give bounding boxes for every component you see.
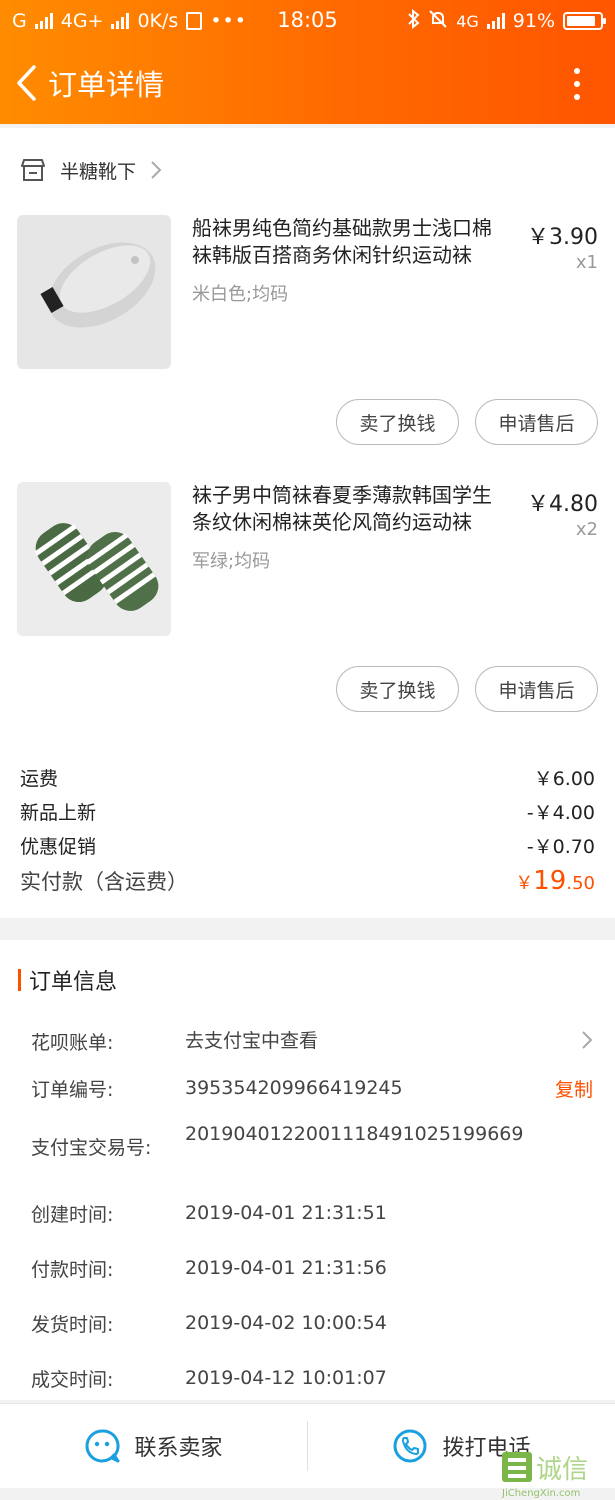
phone-icon bbox=[393, 1429, 427, 1463]
clock: 18:05 bbox=[277, 8, 338, 32]
fee-label: 新品上新 bbox=[20, 802, 97, 824]
total-label: 实付款（含运费） bbox=[20, 870, 188, 894]
alipay-trade-row: 支付宝交易号: 2019040122001118491025199669 bbox=[31, 1121, 601, 1177]
fee-row-shipping: 运费 ￥6.00 bbox=[20, 764, 595, 791]
status-bar: G 4G+ 0K/s ••• 18:05 4G 91% bbox=[0, 0, 615, 42]
after-sale-button[interactable]: 申请售后 bbox=[475, 666, 598, 712]
network2-label: 4G bbox=[456, 11, 479, 31]
battery-label: 91% bbox=[512, 10, 555, 32]
total-paid-row: 实付款（含运费） ￥19.50 bbox=[20, 866, 595, 896]
contact-seller-button[interactable]: 联系卖家 bbox=[0, 1404, 307, 1488]
more-menu-button[interactable] bbox=[567, 56, 587, 112]
created-time-row: 创建时间: 2019-04-01 21:31:51 bbox=[31, 1200, 601, 1230]
currency-symbol: ￥ bbox=[515, 873, 534, 894]
info-label: 订单编号: bbox=[31, 1079, 114, 1101]
info-value: 2019-04-02 10:00:54 bbox=[185, 1312, 387, 1334]
info-value: 2019-04-01 21:31:56 bbox=[185, 1257, 387, 1279]
battery-icon bbox=[563, 12, 606, 30]
contact-seller-label: 联系卖家 bbox=[134, 1436, 223, 1461]
total-value: ￥19.50 bbox=[515, 866, 595, 896]
info-value: 2019-04-01 21:31:51 bbox=[185, 1202, 387, 1224]
fee-value: ￥6.00 bbox=[533, 768, 595, 790]
chat-bubble-icon bbox=[86, 1429, 120, 1463]
product-sku: 军绿;均码 bbox=[192, 551, 271, 572]
accent-bar bbox=[18, 969, 21, 991]
trade-number-value: 2019040122001118491025199669 bbox=[185, 1123, 524, 1145]
carrier-label: G bbox=[12, 10, 27, 32]
huabei-bill-row[interactable]: 花呗账单: 去支付宝中查看 bbox=[31, 1028, 601, 1058]
dot-icon bbox=[574, 68, 580, 74]
watermark-logo: 诚信 JiChengXin.com bbox=[500, 1448, 615, 1500]
signal-icon bbox=[111, 13, 130, 29]
info-label: 花呗账单: bbox=[31, 1032, 114, 1054]
product-sku: 米白色;均码 bbox=[192, 284, 289, 305]
dot-icon bbox=[574, 94, 580, 100]
svg-text:JiChengXin.com: JiChengXin.com bbox=[501, 1488, 580, 1499]
order-number-row: 订单编号: 395354209966419245 复制 bbox=[31, 1075, 601, 1105]
svg-text:诚信: 诚信 bbox=[536, 1455, 588, 1485]
product-price: ￥4.80 bbox=[527, 492, 598, 517]
back-button[interactable] bbox=[6, 53, 46, 113]
order-info-heading: 订单信息 bbox=[18, 964, 117, 996]
shipped-time-row: 发货时间: 2019-04-02 10:00:54 bbox=[31, 1310, 601, 1340]
total-integer: 19 bbox=[533, 866, 567, 896]
signal-icon bbox=[34, 13, 53, 29]
fee-label: 优惠促销 bbox=[20, 836, 97, 858]
order-number-value: 395354209966419245 bbox=[185, 1077, 403, 1099]
nav-bar: 订单详情 bbox=[0, 42, 615, 124]
product-quantity: x2 bbox=[575, 519, 598, 540]
product-image[interactable] bbox=[17, 215, 171, 369]
product-title[interactable]: 袜子男中筒袜春夏季薄款韩国学生条纹休闲棉袜英伦风简约运动袜 bbox=[192, 482, 507, 536]
resell-button[interactable]: 卖了换钱 bbox=[336, 666, 459, 712]
app-header: G 4G+ 0K/s ••• 18:05 4G 91% 订单详情 bbox=[0, 0, 615, 124]
total-decimal: .50 bbox=[566, 873, 595, 894]
more-status-icon: ••• bbox=[210, 10, 247, 32]
product-title[interactable]: 船袜男纯色简约基础款男士浅口棉袜韩版百搭商务休闲针织运动袜 bbox=[192, 215, 507, 269]
completed-time-row: 成交时间: 2019-04-12 10:01:07 bbox=[31, 1365, 601, 1395]
order-card: 半糖靴下 船袜男纯色简约基础款男士浅口棉袜韩版百搭商务休闲针织运动袜 米白色;均… bbox=[0, 128, 615, 918]
info-value: 去支付宝中查看 bbox=[185, 1030, 319, 1052]
info-label: 支付宝交易号: bbox=[31, 1137, 152, 1159]
fee-value: -￥4.00 bbox=[526, 802, 595, 824]
fee-value: -￥0.70 bbox=[526, 836, 595, 858]
order-info-section: 订单信息 花呗账单: 去支付宝中查看 订单编号: 395354209966419… bbox=[0, 940, 615, 1400]
chevron-right-icon bbox=[151, 161, 162, 179]
chevron-right-icon bbox=[582, 1031, 593, 1049]
bluetooth-icon bbox=[408, 8, 420, 34]
info-label: 付款时间: bbox=[31, 1259, 114, 1281]
shop-icon bbox=[21, 159, 45, 181]
shop-link[interactable]: 半糖靴下 bbox=[20, 150, 162, 190]
copy-button[interactable]: 复制 bbox=[555, 1075, 593, 1102]
speed-label: 0K/s bbox=[137, 10, 179, 32]
signal-icon bbox=[486, 13, 505, 29]
mute-bell-icon bbox=[428, 9, 448, 34]
info-label: 成交时间: bbox=[31, 1369, 114, 1391]
page-title: 订单详情 bbox=[48, 68, 165, 102]
fee-label: 运费 bbox=[20, 768, 59, 790]
order-item[interactable]: 袜子男中筒袜春夏季薄款韩国学生条纹休闲棉袜英伦风简约运动袜 军绿;均码 ￥4.8… bbox=[0, 482, 615, 782]
info-value: 2019-04-12 10:01:07 bbox=[185, 1367, 387, 1389]
notification-icon bbox=[186, 12, 203, 30]
paid-time-row: 付款时间: 2019-04-01 21:31:56 bbox=[31, 1255, 601, 1285]
resell-button[interactable]: 卖了换钱 bbox=[336, 399, 459, 445]
shop-name: 半糖靴下 bbox=[60, 160, 137, 183]
order-item[interactable]: 船袜男纯色简约基础款男士浅口棉袜韩版百搭商务休闲针织运动袜 米白色;均码 ￥3.… bbox=[0, 215, 615, 515]
dot-icon bbox=[574, 81, 580, 87]
network-label: 4G+ bbox=[60, 10, 104, 32]
info-label: 创建时间: bbox=[31, 1204, 114, 1226]
fee-row-new-arrival: 新品上新 -￥4.00 bbox=[20, 798, 595, 825]
section-title: 订单信息 bbox=[29, 970, 118, 995]
chevron-left-icon bbox=[17, 65, 36, 101]
info-label: 发货时间: bbox=[31, 1314, 114, 1336]
product-quantity: x1 bbox=[575, 252, 598, 273]
after-sale-button[interactable]: 申请售后 bbox=[475, 399, 598, 445]
product-price: ￥3.90 bbox=[527, 225, 598, 250]
fee-row-promotion: 优惠促销 -￥0.70 bbox=[20, 832, 595, 859]
product-image[interactable] bbox=[17, 482, 171, 636]
